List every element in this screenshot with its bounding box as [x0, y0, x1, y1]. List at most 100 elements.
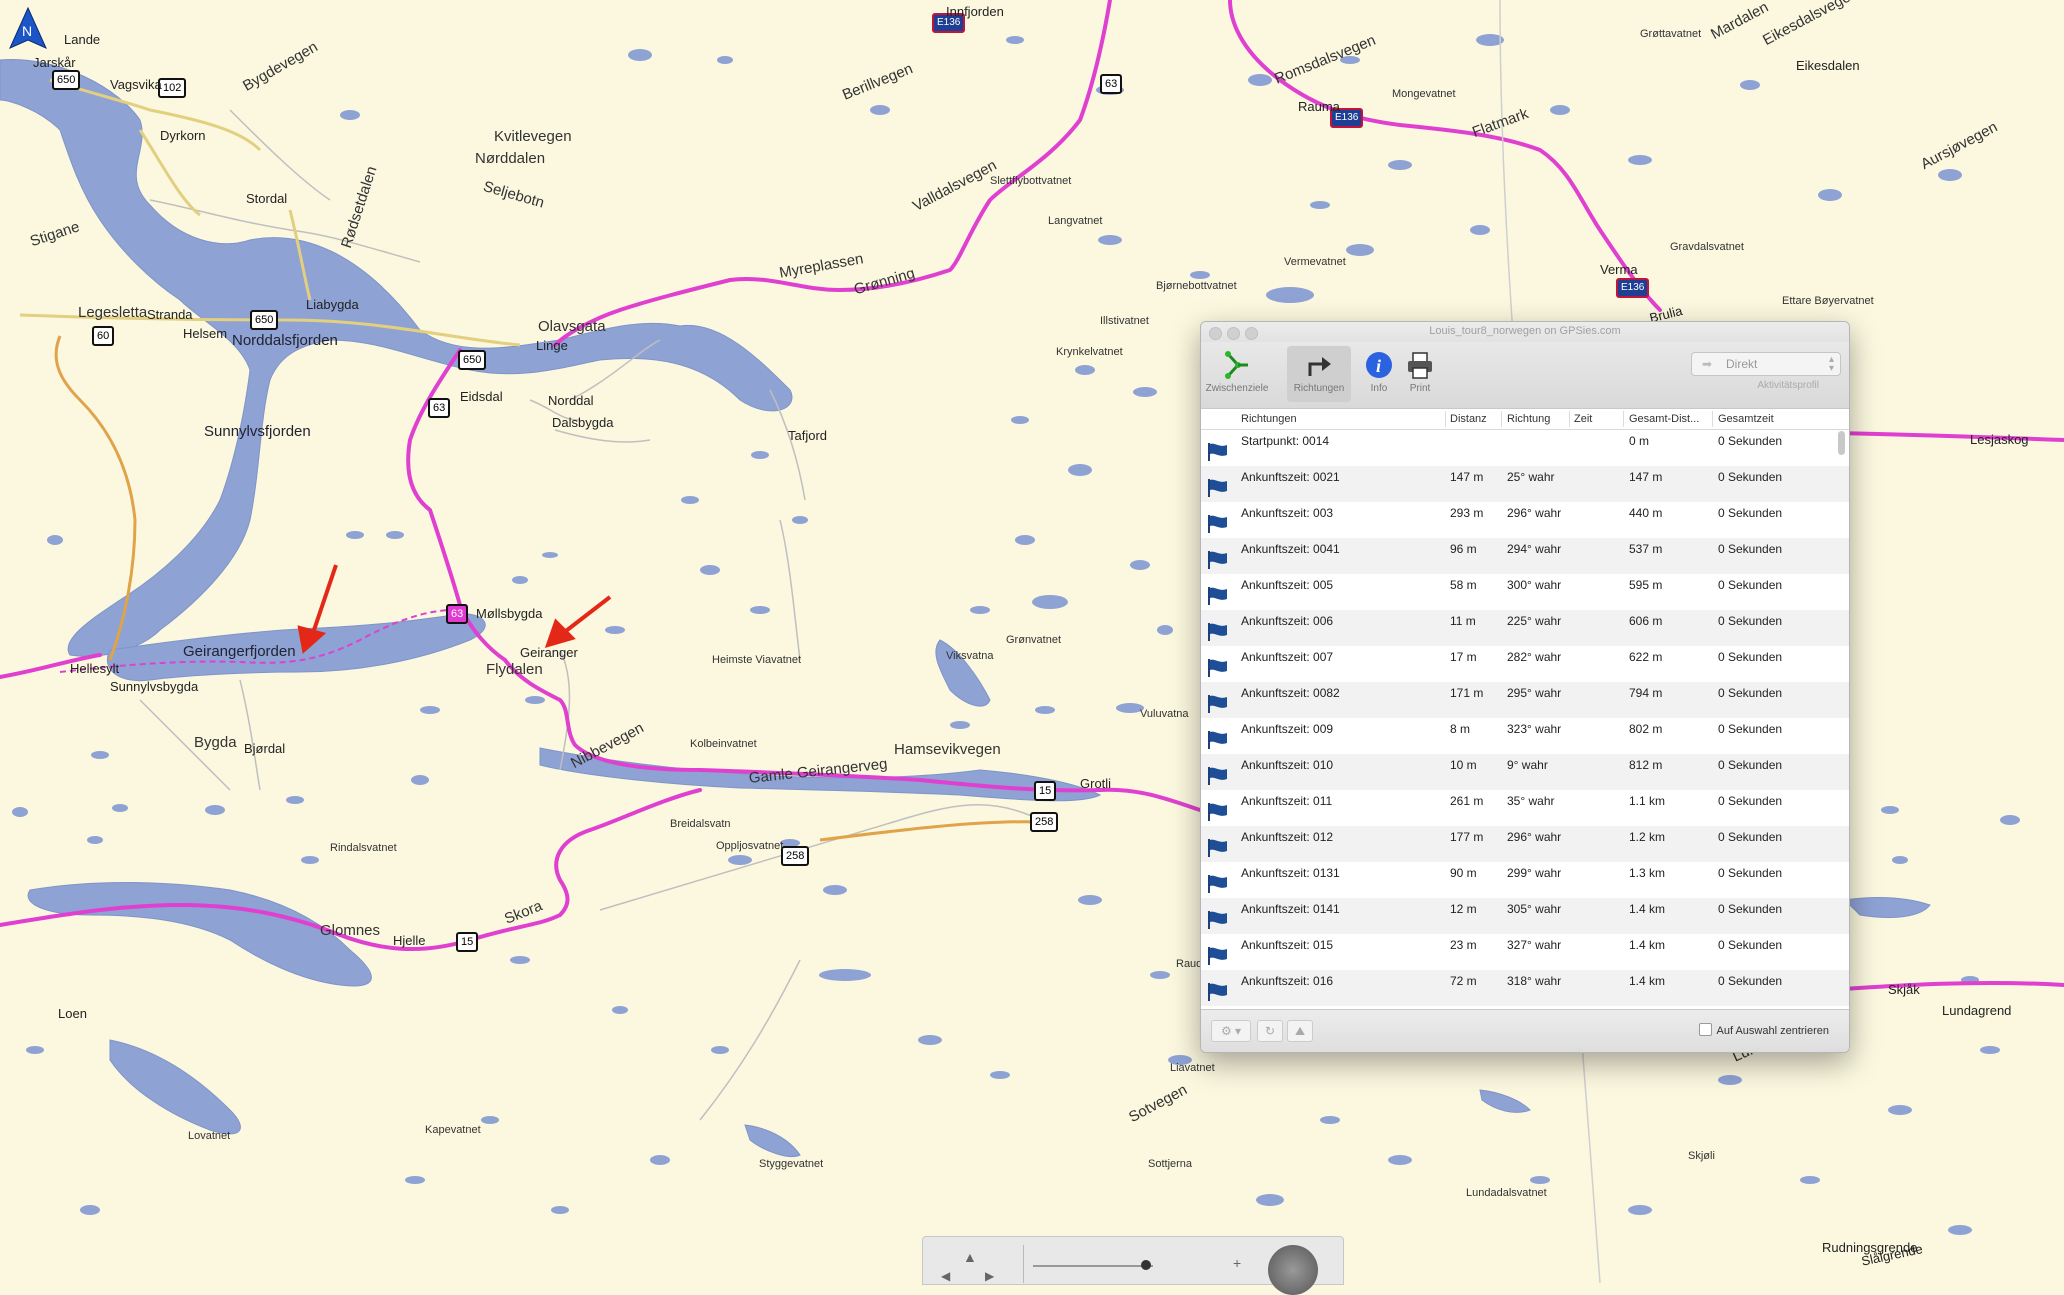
- cell-total-distance: 1.2 km: [1629, 830, 1666, 844]
- window-toolbar: Zwischenziele Richtungen i Info Print ➡ …: [1201, 342, 1849, 409]
- cell-distance: 23 m: [1450, 938, 1477, 952]
- column-divider[interactable]: [1569, 411, 1570, 427]
- toolbar-info-button[interactable]: i Info: [1356, 346, 1402, 402]
- activity-profile-select[interactable]: ➡ Direkt ▴ ▾: [1691, 352, 1841, 376]
- waypoint-flag-icon: [1208, 839, 1227, 857]
- map-label: Grønvatnet: [1006, 634, 1062, 646]
- directions-window[interactable]: Louis_tour8_norwegen on GPSies.com Zwisc…: [1200, 321, 1850, 1053]
- map-label: Loen: [58, 1006, 87, 1021]
- column-divider[interactable]: [1445, 411, 1446, 427]
- cell-direction: Ankunftszeit: 0131: [1241, 866, 1340, 880]
- column-header-heading[interactable]: Richtung: [1507, 413, 1550, 425]
- map-label: Viksvatna: [946, 650, 994, 662]
- table-row[interactable]: Ankunftszeit: 006 11 m 225° wahr 606 m 0 Sek…: [1201, 610, 1849, 646]
- road-shield: 650: [458, 350, 487, 370]
- north-arrow-icon[interactable]: N: [8, 6, 48, 50]
- column-divider[interactable]: [1712, 411, 1713, 427]
- waypoint-flag-icon: [1208, 695, 1227, 713]
- table-row[interactable]: Ankunftszeit: 011 261 m 35° wahr 1.1 km 0 Se…: [1201, 790, 1849, 826]
- cell-heading: 327° wahr: [1507, 938, 1562, 952]
- cell-distance: 147 m: [1450, 470, 1484, 484]
- table-body: Startpunkt: 0014 0 m0 Sekunden Ankunftszei…: [1201, 430, 1849, 1011]
- table-row[interactable]: Ankunftszeit: 010 10 m 9° wahr 812 m 0 Sekun…: [1201, 754, 1849, 790]
- column-header-distance[interactable]: Distanz: [1450, 413, 1487, 425]
- map-label: Skjåk: [1888, 982, 1920, 997]
- refresh-button[interactable]: ↻: [1257, 1020, 1283, 1042]
- column-header-total-time[interactable]: Gesamtzeit: [1718, 413, 1774, 425]
- table-row[interactable]: Ankunftszeit: 012 177 m 296° wahr 1.2 km 0 S…: [1201, 826, 1849, 862]
- table-row[interactable]: Ankunftszeit: 0141 12 m 305° wahr 1.4 km 0 S…: [1201, 898, 1849, 934]
- map-canvas[interactable]: N 650 102 650 60 650 63 63 63 258 258 15…: [0, 0, 2064, 1295]
- map-label: Rauma: [1298, 99, 1340, 114]
- waypoint-flag-icon: [1208, 875, 1227, 893]
- gear-menu-button[interactable]: ⚙ ▾: [1211, 1020, 1251, 1042]
- column-header-total-distance[interactable]: Gesamt-Dist...: [1629, 413, 1699, 425]
- directions-table[interactable]: Richtungen Distanz Richtung Zeit Gesamt-…: [1201, 409, 1849, 1011]
- compass-icon[interactable]: [1268, 1245, 1318, 1295]
- pan-left-icon[interactable]: ◀: [941, 1269, 950, 1283]
- cell-total-distance: 1.1 km: [1629, 794, 1666, 808]
- cell-heading: 305° wahr: [1507, 902, 1562, 916]
- waypoint-flag-icon: [1208, 947, 1227, 965]
- cell-direction: Ankunftszeit: 0041: [1241, 542, 1340, 556]
- center-on-selection-checkbox[interactable]: Auf Auswahl zentrieren: [1699, 1023, 1829, 1037]
- gear-icon: ⚙ ▾: [1220, 1024, 1242, 1038]
- window-bottom-bar: ⚙ ▾ ↻ ⛰ Auf Auswahl zentrieren: [1201, 1009, 1849, 1052]
- table-row[interactable]: Ankunftszeit: 0131 90 m 299° wahr 1.3 km 0 S…: [1201, 862, 1849, 898]
- toolbar-print-button[interactable]: Print: [1397, 346, 1443, 402]
- road-shield: 102: [158, 78, 187, 98]
- cell-total-distance: 147 m: [1629, 470, 1663, 484]
- waypoint-flag-icon: [1208, 443, 1227, 461]
- zoom-slider-knob[interactable]: [1141, 1260, 1151, 1270]
- elevation-chart-button[interactable]: ⛰: [1287, 1020, 1313, 1042]
- waypoint-flag-icon: [1208, 659, 1227, 677]
- pan-right-icon[interactable]: ▶: [985, 1269, 994, 1283]
- column-divider[interactable]: [1501, 411, 1502, 427]
- column-divider[interactable]: [1623, 411, 1624, 427]
- table-row[interactable]: Ankunftszeit: 005 58 m 300° wahr 595 m 0 Sek…: [1201, 574, 1849, 610]
- road-shield: 650: [52, 70, 81, 90]
- window-titlebar[interactable]: Louis_tour8_norwegen on GPSies.com: [1201, 322, 1849, 342]
- cell-total-time: 0 Sekunden: [1718, 794, 1783, 808]
- waypoint-flag-icon: [1208, 731, 1227, 749]
- zoom-in-icon[interactable]: +: [1233, 1255, 1241, 1271]
- cell-direction: Ankunftszeit: 009: [1241, 722, 1334, 736]
- table-row[interactable]: Ankunftszeit: 003 293 m 296° wahr 440 m 0 Se…: [1201, 502, 1849, 538]
- cell-total-time: 0 Sekunden: [1718, 470, 1783, 484]
- table-row[interactable]: Ankunftszeit: 016 72 m 318° wahr 1.4 km 0 Se…: [1201, 970, 1849, 1006]
- table-row[interactable]: Ankunftszeit: 0041 96 m 294° wahr 537 m 0 Se…: [1201, 538, 1849, 574]
- map-label: Norddalsfjorden: [232, 332, 338, 349]
- table-row[interactable]: Ankunftszeit: 009 8 m 323° wahr 802 m 0 Seku…: [1201, 718, 1849, 754]
- cell-total-distance: 440 m: [1629, 506, 1663, 520]
- map-label: Heimste Viavatnet: [712, 654, 802, 666]
- cell-total-time: 0 Sekunden: [1718, 974, 1783, 988]
- map-label: Helsem: [183, 326, 228, 341]
- cell-direction: Ankunftszeit: 005: [1241, 578, 1334, 592]
- map-label: Lundadalsvatnet: [1466, 1187, 1547, 1199]
- zoom-slider-track[interactable]: [1033, 1265, 1153, 1267]
- cell-direction: Ankunftszeit: 011: [1241, 794, 1333, 808]
- map-label: Møllsbygda: [476, 606, 543, 621]
- map-label: Stordal: [246, 191, 288, 206]
- cell-total-distance: 0 m: [1629, 434, 1650, 448]
- chart-icon: ⛰: [1294, 1024, 1306, 1038]
- zoom-control[interactable]: ▲ ◀ ▶ +: [922, 1236, 1344, 1295]
- pan-up-icon[interactable]: ▲: [963, 1249, 977, 1265]
- cell-direction: Startpunkt: 0014: [1241, 434, 1330, 448]
- column-header-directions[interactable]: Richtungen: [1241, 413, 1297, 425]
- map-label: Bjørdal: [244, 741, 286, 756]
- table-row[interactable]: Startpunkt: 0014 0 m 0 Sekunden: [1201, 430, 1849, 466]
- table-row[interactable]: Ankunftszeit: 015 23 m 327° wahr 1.4 km 0 Se…: [1201, 934, 1849, 970]
- toolbar-waypoints-button[interactable]: Zwischenziele: [1205, 346, 1269, 402]
- cell-distance: 58 m: [1450, 578, 1477, 592]
- table-row[interactable]: Ankunftszeit: 0082 171 m 295° wahr 794 m 0 S…: [1201, 682, 1849, 718]
- map-label: Liavatnet: [1170, 1062, 1215, 1074]
- checkbox-icon[interactable]: [1699, 1023, 1713, 1036]
- column-header-time[interactable]: Zeit: [1574, 413, 1592, 425]
- table-row[interactable]: Ankunftszeit: 007 17 m 282° wahr 622 m 0 Sek…: [1201, 646, 1849, 682]
- table-scrollbar[interactable]: [1838, 431, 1845, 455]
- toolbar-directions-button[interactable]: Richtungen: [1287, 346, 1351, 402]
- waypoints-label: Zwischenziele: [1205, 383, 1269, 394]
- table-row[interactable]: Ankunftszeit: 0021 147 m 25° wahr 147 m 0 Se…: [1201, 466, 1849, 502]
- cell-total-distance: 622 m: [1629, 650, 1663, 664]
